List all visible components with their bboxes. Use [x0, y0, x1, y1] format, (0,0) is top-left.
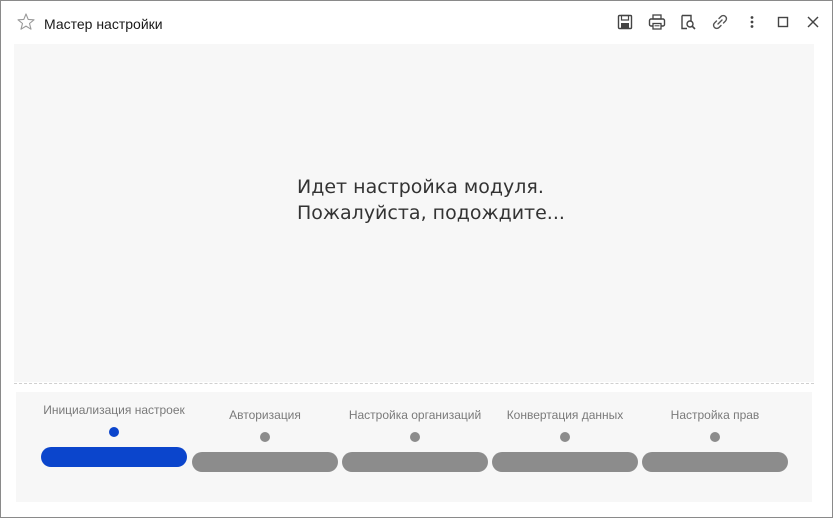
more-icon[interactable]	[742, 12, 762, 32]
progress-stepper: Инициализация настроек Авторизация Настр…	[16, 392, 812, 502]
step-progress-bar	[492, 452, 638, 472]
status-message-line1: Идет настройка модуля.	[297, 176, 544, 198]
step-data-conversion: Конвертация данных	[492, 392, 638, 502]
step-indicator-dot	[710, 432, 720, 442]
step-label: Конвертация данных	[506, 408, 624, 422]
step-authorization: Авторизация	[192, 392, 338, 502]
maximize-icon[interactable]	[773, 12, 793, 32]
status-message-line2: Пожалуйста, подождите...	[297, 202, 565, 224]
main-content-area: Идет настройка модуля. Пожалуйста, подож…	[14, 44, 814, 382]
close-icon[interactable]	[803, 12, 823, 32]
save-icon[interactable]	[615, 12, 635, 32]
star-icon[interactable]	[16, 12, 36, 32]
step-progress-bar	[342, 452, 488, 472]
step-indicator-dot	[260, 432, 270, 442]
step-organizations: Настройка организаций	[342, 392, 488, 502]
step-progress-bar	[41, 447, 187, 467]
step-label: Авторизация	[229, 408, 301, 422]
section-divider	[14, 383, 814, 384]
link-icon[interactable]	[710, 12, 730, 32]
print-icon[interactable]	[647, 12, 667, 32]
preview-icon[interactable]	[678, 12, 698, 32]
title-bar: Мастер настройки	[1, 1, 832, 43]
step-label: Инициализация настроек	[43, 403, 185, 417]
step-label: Настройка прав	[670, 408, 760, 422]
step-indicator-dot	[109, 427, 119, 437]
window-title: Мастер настройки	[44, 16, 163, 32]
step-permissions: Настройка прав	[642, 392, 788, 502]
step-initialization: Инициализация настроек	[41, 392, 187, 502]
step-indicator-dot	[410, 432, 420, 442]
step-progress-bar	[192, 452, 338, 472]
status-message: Идет настройка модуля. Пожалуйста, подож…	[297, 174, 565, 226]
setup-wizard-window: Мастер настройки Идет настройка модуля. …	[0, 0, 833, 518]
step-progress-bar	[642, 452, 788, 472]
step-indicator-dot	[560, 432, 570, 442]
step-label: Настройка организаций	[348, 408, 482, 422]
